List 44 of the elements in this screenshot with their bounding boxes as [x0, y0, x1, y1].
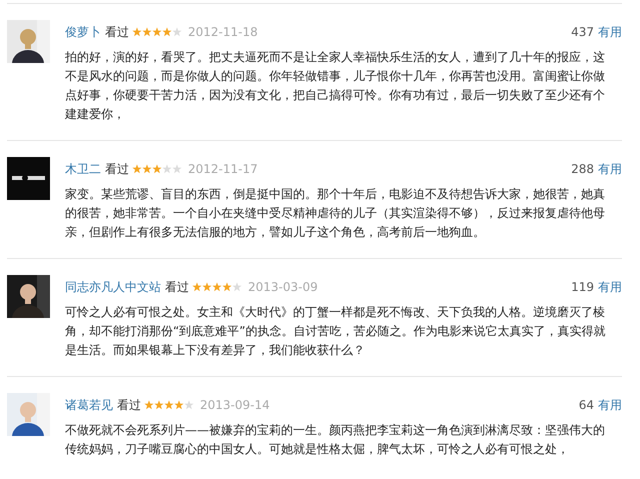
star-icon — [152, 27, 162, 37]
star-icon — [162, 27, 172, 37]
review-date: 2013-09-14 — [200, 398, 270, 412]
user-link[interactable]: 同志亦凡人中文站 — [65, 278, 161, 296]
review-date: 2012-11-18 — [188, 25, 258, 39]
star-icon — [192, 282, 202, 292]
helpful-link[interactable]: 有用 — [598, 24, 622, 40]
star-icon — [172, 27, 182, 37]
review-text: 不做死就不会死系列片——被嫌弃的宝莉的一生。颜丙燕把李宝莉这一角色演到淋漓尽致：坚强伟大的传统妈妈，刀子嘴豆腐心的中国女人。可她就是性格太倔，脾气太坏，可怜之人必有可恨之处， — [65, 422, 606, 458]
watched-label: 看过 — [105, 24, 129, 40]
vote-count: 64 — [578, 398, 594, 412]
watched-label: 看过 — [105, 160, 129, 178]
review-text: 家变。某些荒谬、盲目的东西，倒是挺中国的。那个十年后，电影迫不及待想告诉大家，她很苦，她真的很苦，她非常苦。一个自小在夹缝中受尽精神虐待的儿子（其实渲染得不够），反过来报复虐待他母亲，但剧作上有很多无法信服的地方，譬如儿子这个角色，高考前后一地狗血。 — [65, 186, 606, 241]
star-icon — [222, 282, 232, 292]
helpful-link[interactable]: 有用 — [598, 278, 622, 296]
star-icon — [154, 400, 164, 410]
review-date: 2013-03-09 — [248, 280, 318, 294]
review-text: 拍的好，演的好，看哭了。把丈夫逼死而不是让全家人幸福快乐生活的女人，遭到了几十年的报应，这不是风水的问题，而是你做人的问题。你年轻做错事，儿子恨你十几年，你再苦也没用。富闺蜜让你做点好事，你硬要干苦力活，因为没有文化，把自己搞得可怜。你有功有过，最后一切失败了至少还有个建建爱你， — [65, 49, 606, 123]
star-icon — [172, 164, 182, 174]
review-text: 可怜之人必有可恨之处。女主和《大时代》的丁蟹一样都是死不悔改、天下负我的人格。逆境磨灭了棱角，却不能打消那份“到底意难平”的执念。自讨苦吃，苦必随之。作为电影来说它太真实了，真实得就是生活。而如果银幕上下没有差异了，我们能收获什么？ — [65, 304, 606, 359]
star-icon — [144, 400, 154, 410]
star-icon — [174, 400, 184, 410]
watched-label: 看过 — [117, 396, 141, 414]
star-icon — [142, 164, 152, 174]
star-icon — [132, 27, 142, 37]
helpful-link[interactable]: 有用 — [598, 160, 622, 178]
user-link[interactable]: 俊萝卜 — [65, 24, 101, 40]
star-icon — [142, 27, 152, 37]
user-link[interactable]: 木卫二 — [65, 160, 101, 178]
star-icon — [232, 282, 242, 292]
user-link[interactable]: 诸葛若见 — [65, 396, 113, 414]
helpful-link[interactable]: 有用 — [598, 396, 622, 414]
review-date: 2012-11-17 — [188, 162, 258, 176]
star-icon — [132, 164, 142, 174]
star-icon — [152, 164, 162, 174]
vote-count: 288 — [571, 162, 594, 176]
watched-label: 看过 — [165, 278, 189, 296]
star-icon — [162, 164, 172, 174]
star-icon — [202, 282, 212, 292]
vote-count: 437 — [571, 25, 594, 39]
star-icon — [212, 282, 222, 292]
star-icon — [184, 400, 194, 410]
vote-count: 119 — [571, 280, 594, 294]
star-icon — [164, 400, 174, 410]
